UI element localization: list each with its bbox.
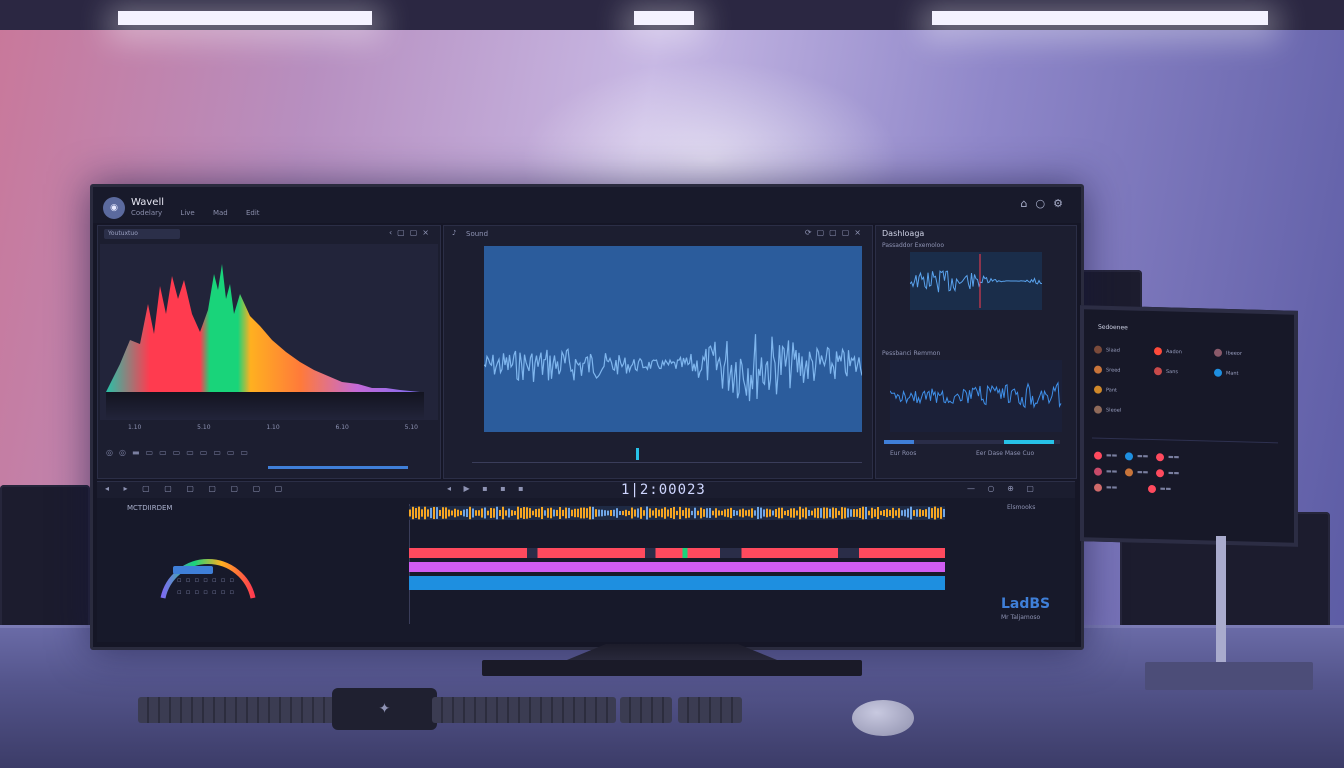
paste-icon[interactable]: ▢ [410,228,423,237]
copy-icon[interactable]: ▢ [397,228,410,237]
waveform-panel: ♪ Sound ⟳▢▢▢× [443,225,873,479]
main-monitor: ◉ Wavell Codelary Live Mad Edit ⌂○⚙ Yout… [90,184,1084,650]
brand-watermark: LadBS [1001,596,1051,612]
side-monitor: Sedoenee Slaad Sreed Pant Sleoel Aadon S… [1080,305,1298,547]
tick-label: 1.10 [128,424,142,431]
dashboard-sub-a: Passaddor Exemoloo [882,242,944,249]
waveform-display [484,246,862,432]
keyboard-arrows[interactable] [620,697,672,723]
track-magenta[interactable] [409,562,945,572]
home-icon[interactable]: ⌂ [1021,197,1036,210]
knob-icon[interactable]: ◎◎▬▭▭▭▭▭▭▭▭ [106,448,254,457]
waveform-title: Sound [466,230,489,238]
mini-waveform-b [890,360,1062,432]
spectrum-panel: Youtuxtuo ‹▢▢× 1.10 5.10 1.10 6.10 5.10 … [97,225,441,479]
side-monitor-title: Sedoenee [1098,323,1128,332]
close-icon[interactable]: × [422,228,434,237]
dashboard-slider[interactable] [884,440,1060,444]
spectrum-chart [100,244,438,420]
app-menu: Codelary Live Mad Edit [131,209,276,217]
track-orange[interactable] [409,506,945,520]
delete-icon[interactable]: ▢ [842,228,855,237]
dashboard-foot-a: Eur Roos [890,450,917,457]
track-red[interactable] [409,548,945,558]
tick-label: 6.10 [335,424,349,431]
ceiling-light-right [932,11,1268,25]
brand-watermark-sub: Mr Taljamoso [1001,614,1041,621]
slider-fill [268,466,408,469]
menu-item[interactable]: Codelary [131,209,162,217]
ceiling-light-left [118,11,372,25]
preset-dropdown[interactable]: Youtuxtuo [104,229,180,239]
keyboard-main[interactable] [432,697,616,723]
list-item[interactable]: Sans [1154,367,1178,378]
panel-icons: ⟳▢▢▢× [805,228,866,237]
app-logo: ◉ [103,197,125,219]
monitor-stand-base [482,660,862,676]
copy-icon[interactable]: ▢ [817,228,830,237]
list-item[interactable]: Ibeeor [1214,348,1242,360]
clock-icon[interactable]: ○ [1036,197,1054,210]
side-monitor-grid: ▬▬ ▬▬ ▬▬ ▬▬ ▬▬ ▬▬ ▬▬ ▬▬ [1094,448,1280,523]
ceiling-light-center [634,11,694,25]
tick-label: 5.10 [197,424,211,431]
paste-icon[interactable]: ▢ [829,228,842,237]
slider-fill-b [1004,440,1054,444]
list-item[interactable]: Pant [1094,385,1117,397]
controller[interactable]: ✦ [332,688,437,730]
playhead-marker[interactable] [636,448,639,460]
topbar-icons: ⌂○⚙ [1021,197,1071,210]
menu-item[interactable]: Live [180,209,194,217]
spectrum-ticks: 1.10 5.10 1.10 6.10 5.10 [128,424,418,431]
timecode-display: 1|2:00023 [621,482,706,498]
timeline-area: ◂ ▸ ▢ ▢ ▢ ▢ ▢ ▢ ▢ ◂ ▶ ▪ ▪ ▪ 1|2:00023 — … [97,481,1075,642]
timeline-right-label: Elsmooks [1007,504,1036,511]
tick-label: 1.10 [266,424,280,431]
refresh-icon[interactable]: ⟳ [805,228,817,237]
waveform-panel-header: ♪ Sound ⟳▢▢▢× [444,226,872,242]
side-monitor-divider [1092,437,1278,444]
mouse[interactable] [852,700,914,736]
waveform-scrubber[interactable] [472,454,862,463]
zoom-controls[interactable]: — ○ ⊕ ▢ [967,484,1039,493]
spectrum-slider[interactable] [268,466,408,469]
close-icon[interactable]: × [854,228,866,237]
app-topbar: ◉ Wavell Codelary Live Mad Edit ⌂○⚙ [93,187,1081,223]
spectrum-panel-header: Youtuxtuo ‹▢▢× [98,226,440,242]
keyboard-left[interactable] [138,697,344,723]
effect-grid[interactable]: ▫▫▫▫▫▫▫ ▫▫▫▫▫▫▫ [177,574,297,604]
list-item[interactable]: Slaad [1094,345,1120,357]
menu-item[interactable]: Edit [246,209,260,217]
transport-icons[interactable]: ◂ ▸ ▢ ▢ ▢ ▢ ▢ ▢ ▢ [105,484,288,493]
side-monitor-stand [1216,536,1226,666]
tick-label: 5.10 [404,424,418,431]
panel-icons: ‹▢▢× [389,228,434,237]
menu-item[interactable]: Mad [213,209,228,217]
dashboard-sub-b: Pessbanci Remmon [882,350,941,357]
timeline-toolbar: ◂ ▸ ▢ ▢ ▢ ▢ ▢ ▢ ▢ ◂ ▶ ▪ ▪ ▪ 1|2:00023 — … [97,482,1075,498]
side-monitor-base [1145,662,1313,690]
sound-icon: ♪ [452,229,457,237]
list-item[interactable]: Mant [1214,368,1239,380]
mini-waveform-a [910,252,1042,310]
spectrum-controls: ◎◎▬▭▭▭▭▭▭▭▭ [106,448,426,462]
slider-fill [884,440,914,444]
dashboard-title: Dashloaga [882,229,925,238]
track-blue[interactable] [409,576,945,590]
list-item[interactable]: Aadon [1154,347,1182,358]
settings-icon[interactable]: ⚙ [1053,197,1071,210]
timeline-label: MCTDIIRDEM [127,504,173,512]
back-icon[interactable]: ‹ [389,228,397,237]
dashboard-panel: Dashloaga Passaddor Exemoloo Pessbanci R… [875,225,1077,479]
left-speaker [0,485,90,645]
keyboard-numpad[interactable] [678,697,742,723]
dashboard-foot-b: Eer Dase Mase Cuo [976,450,1035,457]
list-item[interactable]: Sleoel [1094,405,1121,417]
app-title: Wavell [131,197,165,208]
play-controls[interactable]: ◂ ▶ ▪ ▪ ▪ [447,484,529,493]
list-item[interactable]: Sreed [1094,365,1120,377]
